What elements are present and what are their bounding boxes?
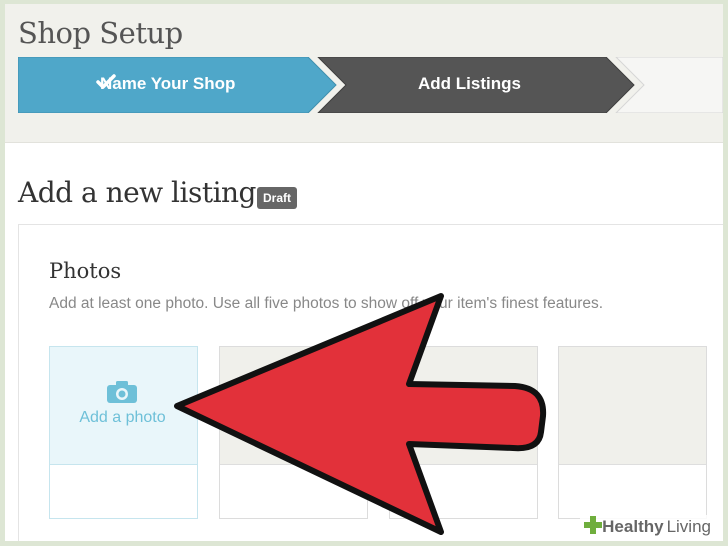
red-arrow-annotation xyxy=(174,293,547,535)
watermark-suffix: Living xyxy=(666,517,711,536)
page-frame: Shop Setup Name Your Shop Add Listings A… xyxy=(5,4,723,541)
red-arrow-shape xyxy=(174,293,547,535)
plus-icon xyxy=(584,515,603,539)
watermark-brand: Healthy xyxy=(602,517,664,536)
healthy-living-watermark: Healthy Living xyxy=(580,515,715,539)
